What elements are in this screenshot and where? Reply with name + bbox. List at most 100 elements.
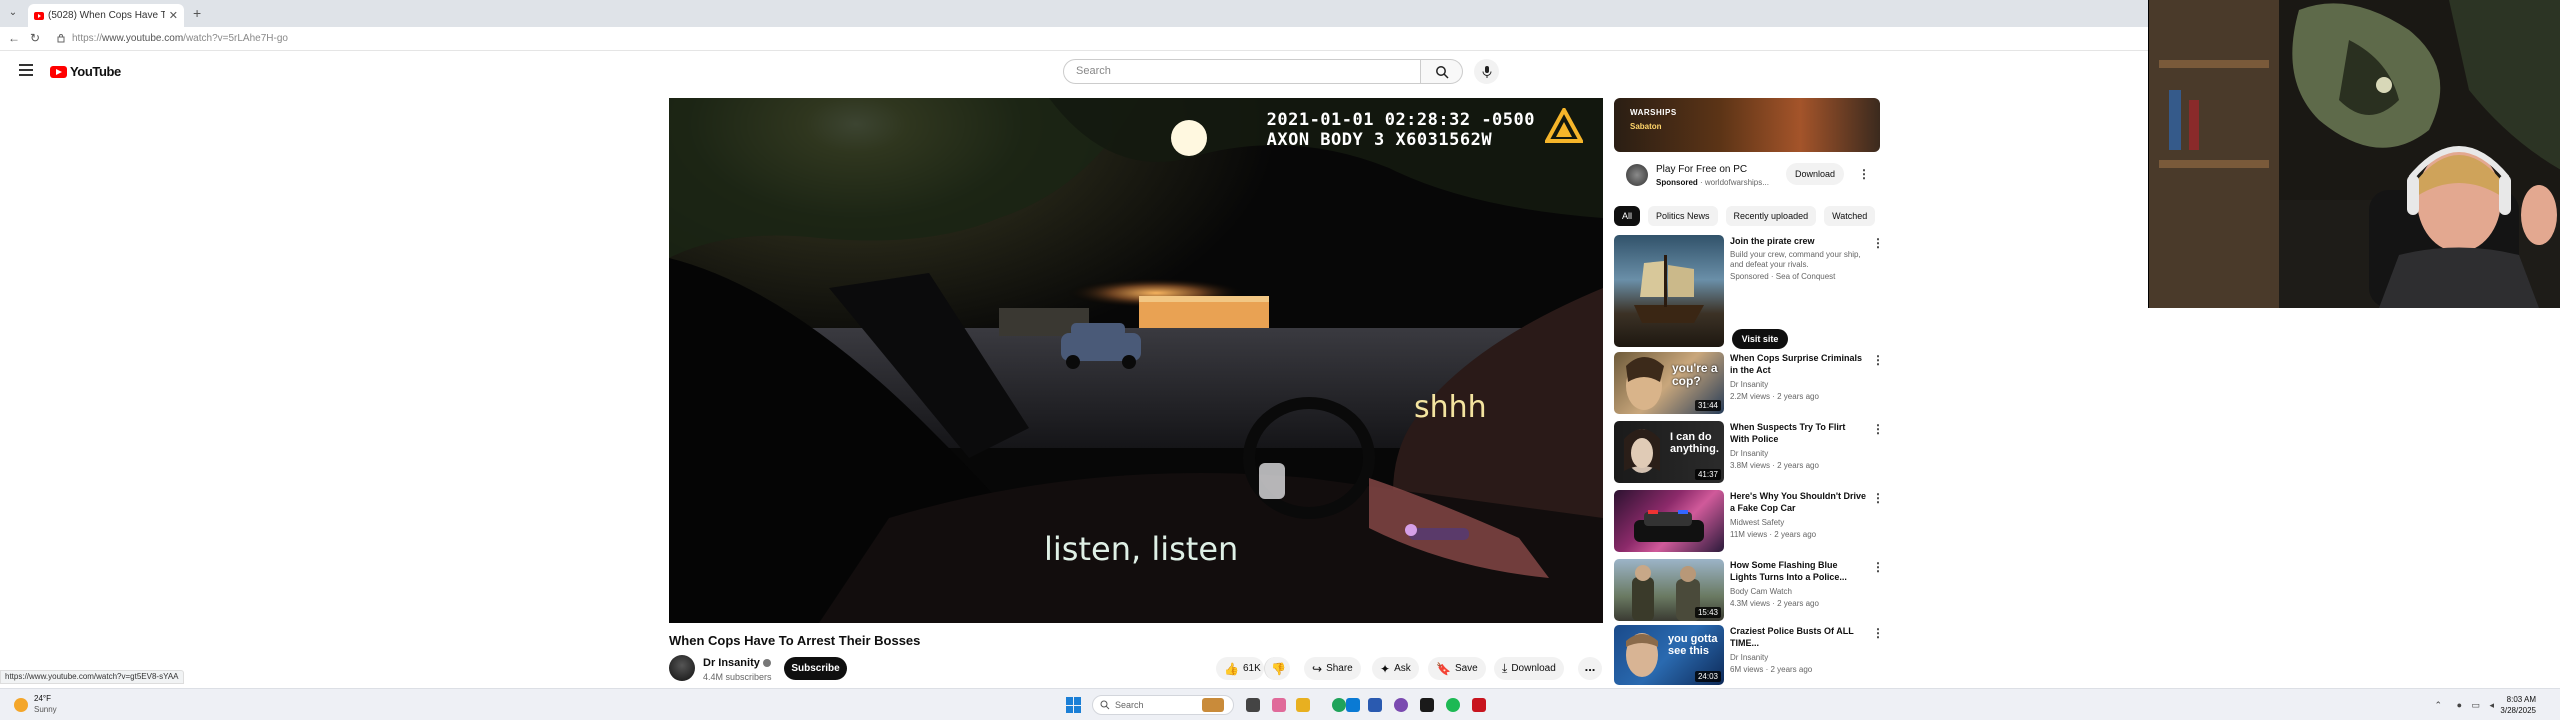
rec-more-icon[interactable]: ⋮ xyxy=(1872,354,1884,366)
edge-icon[interactable] xyxy=(1346,698,1360,712)
chip-watched[interactable]: Watched xyxy=(1824,206,1876,226)
site-info-icon[interactable] xyxy=(56,33,66,43)
like-button[interactable]: 👍 61K xyxy=(1216,657,1264,680)
ad-title[interactable]: Play For Free on PC xyxy=(1656,164,1747,175)
tab-close-icon[interactable]: ✕ xyxy=(169,9,178,22)
rec-more-icon[interactable]: ⋮ xyxy=(1872,492,1884,504)
link-hover-status: https://www.youtube.com/watch?v=gt5EV8-s… xyxy=(0,670,184,684)
rec-title[interactable]: How Some Flashing Blue Lights Turns Into… xyxy=(1730,559,1866,583)
rec-channel[interactable]: Dr Insanity xyxy=(1730,652,1768,663)
ad-download-button[interactable]: Download xyxy=(1786,163,1844,185)
rec-channel[interactable]: Dr Insanity xyxy=(1730,448,1768,459)
chip-politics-news[interactable]: Politics News xyxy=(1648,206,1718,226)
reload-icon[interactable]: ↻ xyxy=(30,31,40,45)
rec-title[interactable]: Craziest Police Busts Of ALL TIME... xyxy=(1730,625,1866,649)
ad-domain: · worldofwarships... xyxy=(1700,178,1769,187)
video-player[interactable]: 2021-01-01 02:28:32 -0500 AXON BODY 3 X6… xyxy=(669,98,1603,623)
volume-icon[interactable]: ◂ xyxy=(2489,700,2494,711)
channel-name-link[interactable]: Dr Insanity xyxy=(703,657,771,669)
advertiser-avatar[interactable] xyxy=(1626,164,1648,186)
rec-title[interactable]: When Cops Surprise Criminals in the Act xyxy=(1730,352,1866,376)
tray-chevron-icon[interactable]: ⌃ xyxy=(2434,700,2442,711)
chip-recently-uploaded[interactable]: Recently uploaded xyxy=(1725,206,1817,226)
browser-tab-youtube[interactable]: (5028) When Cops Have To A... ✕ xyxy=(28,4,184,27)
rec-stats: 11M views · 2 years ago xyxy=(1730,530,1817,539)
guide-menu-icon[interactable] xyxy=(19,64,33,76)
rec-more-icon[interactable]: ⋮ xyxy=(1872,237,1884,249)
sponsored-thumbnail[interactable] xyxy=(1614,235,1724,347)
url-field[interactable]: https://www.youtube.com/watch?v=5rLAhe7H… xyxy=(72,33,288,44)
youtube-logo[interactable]: YouTube xyxy=(50,64,121,79)
voice-search-button[interactable] xyxy=(1474,59,1499,84)
rec-thumbnail[interactable] xyxy=(1614,490,1724,552)
axon-logo-icon xyxy=(1545,108,1583,143)
save-label: Save xyxy=(1454,663,1478,674)
chrome-icon[interactable] xyxy=(1332,698,1346,712)
taskbar-search-placeholder: Search xyxy=(1115,700,1144,710)
rec-thumbnail[interactable]: you gotta see this 24:03 xyxy=(1614,625,1724,685)
rec-channel[interactable]: Midwest Safety xyxy=(1730,517,1784,528)
rec-more-icon[interactable]: ⋮ xyxy=(1872,423,1884,435)
rec-more-icon[interactable]: ⋮ xyxy=(1872,561,1884,573)
subtitle-caption-1: shhh xyxy=(1414,390,1487,425)
ad-more-icon[interactable]: ⋮ xyxy=(1858,168,1870,180)
rec-channel[interactable]: Body Cam Watch xyxy=(1730,586,1792,597)
camera-timestamp: 2021-01-01 02:28:32 -0500 xyxy=(1266,110,1535,130)
share-button[interactable]: ↪ Share xyxy=(1304,657,1361,680)
url-path: /watch?v=5rLAhe7H-go xyxy=(183,33,288,44)
more-actions-button[interactable]: ... xyxy=(1578,657,1602,680)
discord-icon[interactable] xyxy=(1394,698,1408,712)
rec-thumbnail[interactable]: you're a cop? 31:44 xyxy=(1614,352,1724,414)
search-input[interactable]: Search xyxy=(1063,59,1421,84)
youtube-logo-text: YouTube xyxy=(70,64,121,79)
file-explorer-icon[interactable] xyxy=(1296,698,1310,712)
video-duration: 31:44 xyxy=(1694,400,1721,411)
windows-start-icon[interactable] xyxy=(1066,697,1082,713)
visit-site-button[interactable]: Visit site xyxy=(1732,329,1788,349)
thumbs-down-icon: 👎 xyxy=(1271,661,1286,676)
thumbnail-art xyxy=(1634,510,1704,542)
recommendation-item[interactable]: 15:43 How Some Flashing Blue Lights Turn… xyxy=(1614,559,1884,623)
rec-title[interactable]: When Suspects Try To Flirt With Police xyxy=(1730,421,1866,445)
download-label: Download xyxy=(1511,663,1556,674)
media-app-icon[interactable] xyxy=(1472,698,1486,712)
task-view-icon[interactable] xyxy=(1246,698,1260,712)
subtitle-caption-2: listen, listen xyxy=(1044,530,1239,568)
browser-tab-bar: ⌄ (5028) When Cops Have To A... ✕ + xyxy=(0,0,2148,27)
subscribe-button[interactable]: Subscribe xyxy=(784,657,847,680)
recommendation-item[interactable]: Here's Why You Shouldn't Drive a Fake Co… xyxy=(1614,490,1884,554)
search-highlight-icon[interactable] xyxy=(1202,698,1224,712)
save-button[interactable]: 🔖 Save xyxy=(1428,657,1486,680)
ad-banner-title: WARSHIPS xyxy=(1630,108,1677,117)
rec-more-icon[interactable]: ⋮ xyxy=(1872,627,1884,639)
spotify-icon[interactable] xyxy=(1446,698,1460,712)
rec-channel[interactable]: Dr Insanity xyxy=(1730,379,1768,390)
rec-thumbnail[interactable]: 15:43 xyxy=(1614,559,1724,621)
back-arrow-icon[interactable]: ← xyxy=(8,31,20,45)
recommendation-item[interactable]: you're a cop? 31:44 When Cops Surprise C… xyxy=(1614,352,1884,416)
search-button[interactable] xyxy=(1421,59,1463,84)
recommendation-item[interactable]: you gotta see this 24:03 Craziest Police… xyxy=(1614,625,1884,685)
ad-banner-image[interactable]: WARSHIPS Sabaton xyxy=(1614,98,1880,152)
download-button[interactable]: ⤓ Download xyxy=(1494,657,1564,680)
rec-title[interactable]: Join the pirate crew xyxy=(1730,235,1866,247)
rec-thumbnail[interactable]: I can do anything. 41:37 xyxy=(1614,421,1724,483)
ask-button[interactable]: ✦ Ask xyxy=(1372,657,1419,680)
copilot-icon[interactable] xyxy=(1272,698,1286,712)
new-tab-plus-icon[interactable]: + xyxy=(193,5,201,21)
sponsored-recommendation[interactable]: Join the pirate crew Build your crew, co… xyxy=(1614,235,1884,349)
ad-sponsored-label: Sponsored xyxy=(1656,178,1698,187)
dislike-button[interactable]: 👎 xyxy=(1264,657,1290,680)
tray-app-icon[interactable]: ● xyxy=(2457,700,2462,710)
sun-weather-icon[interactable] xyxy=(14,698,28,712)
tab-search-chevron-icon[interactable]: ⌄ xyxy=(6,6,20,20)
chip-all[interactable]: All xyxy=(1614,206,1641,226)
obs-icon[interactable] xyxy=(1420,698,1434,712)
clock[interactable]: 8:03 AM 3/28/2025 xyxy=(2500,694,2536,716)
rec-title[interactable]: Here's Why You Shouldn't Drive a Fake Co… xyxy=(1730,490,1866,514)
recommendation-item[interactable]: I can do anything. 41:37 When Suspects T… xyxy=(1614,421,1884,485)
channel-avatar[interactable] xyxy=(669,655,695,681)
sparkle-icon: ✦ xyxy=(1380,661,1391,676)
network-icon[interactable]: ▭ xyxy=(2471,700,2480,711)
outlook-icon[interactable] xyxy=(1368,698,1382,712)
